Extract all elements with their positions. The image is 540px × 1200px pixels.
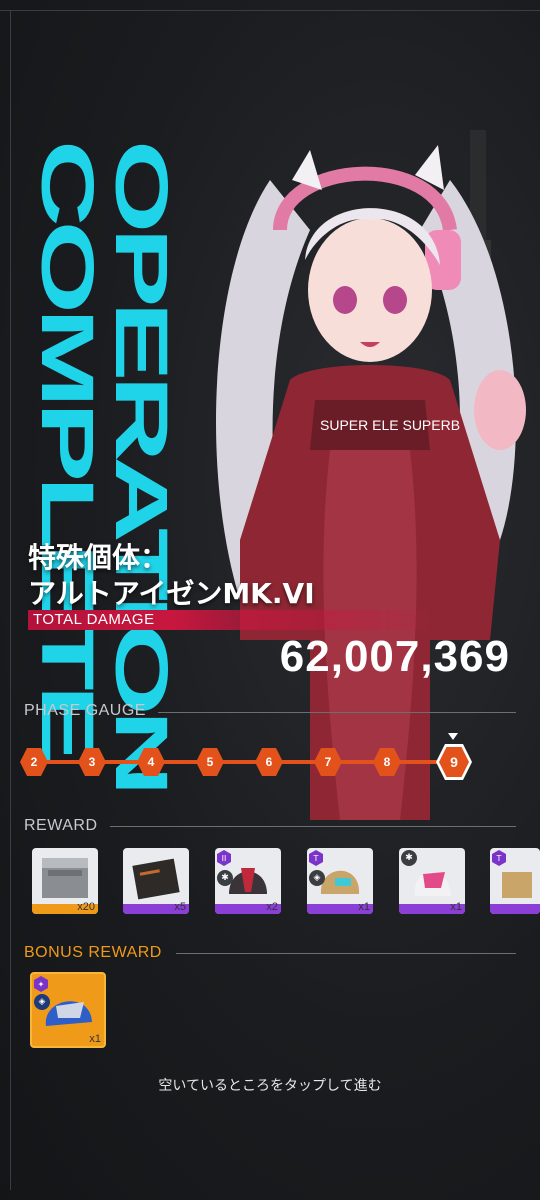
bonus-reward-label: BONUS REWARD (24, 944, 162, 961)
gear-badge-icon: ✱ (217, 870, 233, 886)
reward-count: x20 (77, 901, 95, 913)
reward-card-helmet-pink[interactable]: ✱ x1 (399, 848, 465, 914)
phase-number: 9 (450, 754, 458, 770)
reward-count: x2 (266, 901, 278, 913)
frame-line-top (0, 10, 540, 11)
phase-number: 2 (30, 755, 38, 769)
shield-badge-icon: ◈ (34, 994, 50, 1010)
boss-title-line1: 特殊個体： (28, 541, 169, 574)
helmet-blue-icon (45, 1001, 92, 1026)
phase-number: 3 (88, 755, 96, 769)
operation-complete-label: OPERATION COMPLETE (25, 140, 184, 791)
reward-count: x5 (174, 901, 186, 913)
reward-count: x1 (450, 901, 462, 913)
phase-number: 6 (265, 755, 273, 769)
shield-badge-icon: ◈ (309, 870, 325, 886)
reward-card-supply-box[interactable]: x20 (32, 848, 98, 914)
reward-divider (110, 826, 516, 827)
phase-gauge-divider (158, 712, 516, 713)
bonus-reward-divider (176, 953, 516, 954)
svg-text:SUPER ELE SUPERB: SUPER ELE SUPERB (320, 417, 460, 433)
bonus-reward-card[interactable]: ✦ ◈ x1 (30, 972, 106, 1048)
phase-number: 7 (324, 755, 332, 769)
boss-title: 特殊個体： アルトアイゼンMK.VI (28, 540, 315, 612)
reward-card-helmet-red[interactable]: II ✱ x2 (215, 848, 281, 914)
tap-to-continue-hint: 空いているところをタップして進む (158, 1078, 382, 1094)
total-damage-label: TOTAL DAMAGE (33, 611, 155, 628)
character-illustration: SUPER ELE SUPERB (216, 130, 526, 820)
total-damage-value: 62,007,369 (279, 632, 510, 681)
phase-number: 4 (147, 755, 155, 769)
reward-label: REWARD (24, 817, 98, 834)
reward-count: x1 (358, 901, 370, 913)
boss-title-line2: アルトアイゼンMK.VI (28, 577, 315, 610)
document-case-icon (132, 858, 180, 900)
phase-number: 8 (383, 755, 391, 769)
frame-line-left (10, 10, 11, 1190)
supply-box-icon (42, 858, 88, 898)
phase-number: 5 (206, 755, 214, 769)
reward-card-helmet-gold[interactable]: T ◈ x1 (307, 848, 373, 914)
current-phase-marker-icon (448, 733, 458, 740)
reward-card-helmet-partial[interactable]: T (490, 848, 540, 914)
bonus-reward-count: x1 (89, 1033, 101, 1045)
rarity-band (490, 904, 540, 914)
phase-gauge-label: PHASE GAUGE (24, 702, 146, 719)
reward-card-document-case[interactable]: x5 (123, 848, 189, 914)
gear-badge-icon: ✱ (401, 850, 417, 866)
